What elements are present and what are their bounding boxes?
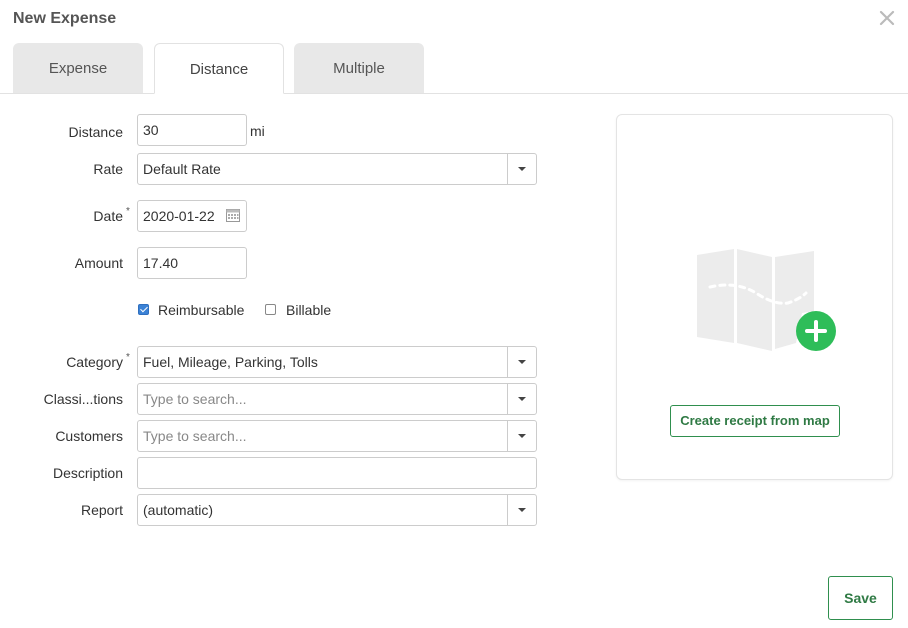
calendar-icon[interactable]: [226, 208, 240, 222]
close-icon[interactable]: [878, 9, 896, 27]
amount-input[interactable]: [137, 247, 247, 279]
description-label: Description: [52, 465, 123, 481]
map-icon: [697, 249, 836, 351]
report-label: Report: [80, 502, 123, 518]
date-required-mark: *: [126, 206, 130, 217]
billable-checkbox[interactable]: [265, 304, 276, 315]
distance-input[interactable]: [137, 114, 247, 146]
tab-expense[interactable]: Expense: [13, 43, 143, 93]
category-label: Category: [66, 354, 123, 370]
dialog-title: New Expense: [13, 10, 117, 27]
chevron-down-icon[interactable]: [507, 154, 536, 184]
report-select[interactable]: (automatic): [137, 494, 537, 526]
description-input[interactable]: [137, 457, 537, 489]
chevron-down-icon[interactable]: [507, 384, 536, 414]
chevron-down-icon[interactable]: [507, 495, 536, 525]
customers-select[interactable]: Type to search...: [137, 420, 537, 452]
report-value: (automatic): [143, 502, 214, 518]
category-required-mark: *: [126, 352, 130, 363]
reimbursable-label: Reimbursable: [158, 302, 245, 318]
tab-distance[interactable]: Distance: [154, 43, 284, 94]
customers-placeholder: Type to search...: [143, 428, 247, 444]
category-select[interactable]: Fuel, Mileage, Parking, Tolls: [137, 346, 537, 378]
receipt-panel: Create receipt from map: [616, 114, 893, 480]
tab-bar: Expense Distance Multiple: [0, 43, 908, 94]
rate-value: Default Rate: [143, 161, 221, 177]
distance-label: Distance: [68, 124, 123, 140]
tab-multiple[interactable]: Multiple: [294, 43, 424, 93]
amount-label: Amount: [74, 255, 123, 271]
chevron-down-icon[interactable]: [507, 347, 536, 377]
rate-select[interactable]: Default Rate: [137, 153, 537, 185]
rate-label: Rate: [93, 161, 123, 177]
classifications-select[interactable]: Type to search...: [137, 383, 537, 415]
chevron-down-icon[interactable]: [507, 421, 536, 451]
customers-label: Customers: [55, 428, 123, 444]
date-label: Date: [93, 208, 123, 224]
reimbursable-checkbox[interactable]: [138, 304, 149, 315]
distance-unit: mi: [250, 123, 265, 139]
classifications-placeholder: Type to search...: [143, 391, 247, 407]
save-button[interactable]: Save: [828, 576, 893, 620]
category-value: Fuel, Mileage, Parking, Tolls: [143, 354, 318, 370]
create-receipt-from-map-button[interactable]: Create receipt from map: [670, 405, 840, 437]
billable-label: Billable: [286, 302, 332, 318]
classifications-label: Classi...tions: [43, 391, 123, 407]
